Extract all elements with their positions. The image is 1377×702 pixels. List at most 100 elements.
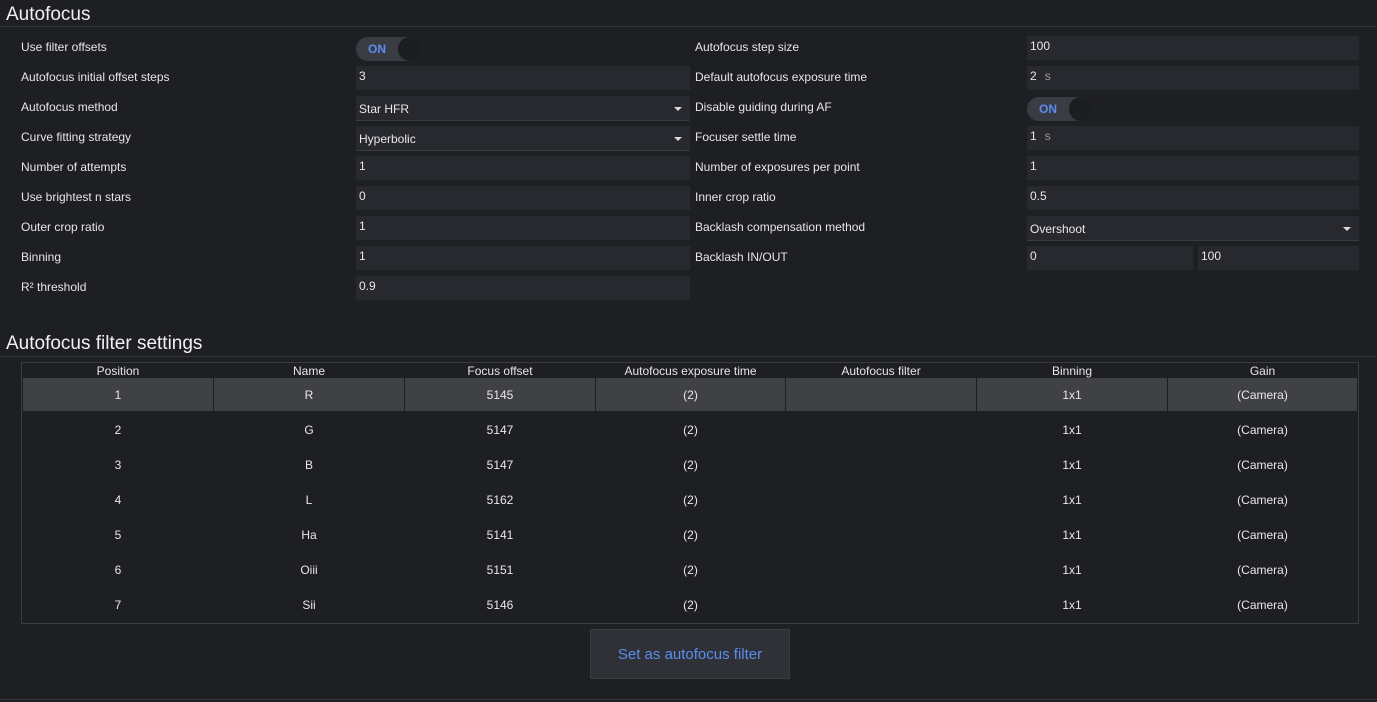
cell-autofocus-filter[interactable] (786, 448, 976, 481)
focuser-settle-time-field[interactable]: 1s (1027, 126, 1359, 150)
toggle-knob (398, 37, 422, 61)
cell-name: Oiii (300, 563, 318, 577)
cell-name: L (305, 493, 313, 507)
cell-position: 3 (114, 458, 122, 472)
number-of-attempts-field[interactable]: 1 (356, 156, 690, 180)
curve-fitting-strategy-select[interactable]: Hyperbolic (356, 126, 690, 151)
field-value: 2 (1030, 69, 1037, 83)
use-brightest-n-stars-field[interactable]: 0 (356, 186, 690, 210)
cell-name: Ha (301, 528, 317, 542)
field-value: 1 (1030, 159, 1037, 173)
field-value: 0 (359, 189, 366, 203)
use-filter-offsets-toggle[interactable]: ON (356, 37, 422, 61)
autofocus-step-size-label: Autofocus step size (695, 40, 800, 54)
cell-binning: 1x1 (977, 378, 1167, 411)
cell-gain: (Camera) (1237, 528, 1288, 542)
table-row[interactable]: 7 Sii 5146 (2) 1x1 (Camera) (23, 588, 1357, 623)
chevron-down-icon (674, 107, 682, 111)
toggle-state-label: ON (368, 42, 386, 56)
column-header-autofocus-exposure-time[interactable]: Autofocus exposure time (596, 364, 785, 378)
filter-table: Position Name Focus offset Autofocus exposu… (21, 362, 1359, 624)
cell-name: G (304, 423, 314, 437)
unit-label: s (1044, 129, 1051, 143)
toggle-knob (1069, 97, 1093, 121)
backlash-in-out-label: Backlash IN/OUT (695, 250, 788, 264)
cell-autofocus-filter[interactable] (786, 553, 976, 586)
cell-autofocus-exposure-time: (2) (683, 563, 698, 577)
table-row[interactable]: 4 L 5162 (2) 1x1 (Camera) (23, 483, 1357, 518)
backlash-out-field[interactable]: 100 (1198, 246, 1359, 270)
number-of-exposures-per-point-label: Number of exposures per point (695, 160, 860, 174)
column-header-gain[interactable]: Gain (1168, 364, 1357, 378)
cell-gain: (Camera) (1237, 423, 1288, 437)
unit-label: s (1044, 69, 1051, 83)
select-value: Overshoot (1030, 222, 1086, 236)
table-row[interactable]: 5 Ha 5141 (2) 1x1 (Camera) (23, 518, 1357, 553)
field-value: 1 (359, 249, 366, 263)
column-header-focus-offset[interactable]: Focus offset (405, 364, 595, 378)
cell-focus-offset: 5146 (486, 598, 514, 612)
cell-autofocus-exposure-time: (2) (596, 378, 785, 411)
table-row[interactable]: 3 B 5147 (2) 1x1 (Camera) (23, 448, 1357, 483)
cell-binning: 1x1 (1062, 458, 1082, 472)
autofocus-initial-offset-steps-label: Autofocus initial offset steps (21, 70, 170, 84)
select-value: Star HFR (359, 102, 410, 116)
table-row[interactable]: 1 R 5145 (2) 1x1 (Camera) (23, 378, 1357, 413)
column-header-binning[interactable]: Binning (977, 364, 1167, 378)
binning-label: Binning (21, 250, 62, 264)
cell-autofocus-filter[interactable] (786, 518, 976, 551)
cell-name: B (304, 458, 313, 472)
cell-focus-offset: 5147 (486, 423, 514, 437)
cell-focus-offset: 5151 (486, 563, 514, 577)
field-value: 1 (1030, 129, 1037, 143)
field-value: 0.5 (1030, 189, 1047, 203)
curve-fitting-strategy-label: Curve fitting strategy (21, 130, 132, 144)
divider (0, 356, 1377, 357)
autofocus-method-select[interactable]: Star HFR (356, 96, 690, 121)
cell-binning: 1x1 (1062, 528, 1082, 542)
table-row[interactable]: 2 G 5147 (2) 1x1 (Camera) (23, 413, 1357, 448)
cell-autofocus-filter[interactable] (786, 483, 976, 516)
autofocus-step-size-field[interactable]: 100 (1027, 36, 1359, 60)
cell-autofocus-exposure-time: (2) (683, 598, 698, 612)
backlash-in-field[interactable]: 0 (1027, 246, 1193, 270)
cell-autofocus-filter[interactable] (786, 413, 976, 446)
binning-field[interactable]: 1 (356, 246, 690, 270)
cell-gain: (Camera) (1168, 378, 1357, 411)
cell-position: 1 (23, 378, 213, 411)
column-header-autofocus-filter[interactable]: Autofocus filter (786, 364, 976, 378)
cell-autofocus-filter[interactable] (786, 588, 976, 621)
cell-autofocus-exposure-time: (2) (683, 493, 698, 507)
number-of-exposures-per-point-field[interactable]: 1 (1027, 156, 1359, 180)
field-value: 1 (359, 159, 366, 173)
cell-binning: 1x1 (1062, 423, 1082, 437)
field-value: 3 (359, 69, 366, 83)
r-threshold-field[interactable]: 0.9 (356, 276, 690, 300)
cell-gain: (Camera) (1237, 563, 1288, 577)
inner-crop-ratio-field[interactable]: 0.5 (1027, 186, 1359, 210)
default-autofocus-exposure-time-label: Default autofocus exposure time (695, 70, 868, 84)
cell-focus-offset: 5147 (486, 458, 514, 472)
set-autofocus-filter-button[interactable]: Set as autofocus filter (590, 629, 790, 679)
r-threshold-label: R² threshold (21, 280, 87, 294)
column-header-position[interactable]: Position (23, 364, 213, 378)
disable-guiding-during-af-toggle[interactable]: ON (1027, 97, 1093, 121)
outer-crop-ratio-field[interactable]: 1 (356, 216, 690, 240)
cell-focus-offset: 5141 (486, 528, 514, 542)
cell-gain: (Camera) (1237, 493, 1288, 507)
cell-gain: (Camera) (1237, 458, 1288, 472)
column-header-name[interactable]: Name (214, 364, 404, 378)
cell-autofocus-filter[interactable] (786, 378, 976, 411)
use-filter-offsets-label: Use filter offsets (21, 40, 107, 54)
table-row[interactable]: 6 Oiii 5151 (2) 1x1 (Camera) (23, 553, 1357, 588)
chevron-down-icon (674, 137, 682, 141)
number-of-attempts-label: Number of attempts (21, 160, 127, 174)
chevron-down-icon (1343, 227, 1351, 231)
default-autofocus-exposure-time-field[interactable]: 2s (1027, 66, 1359, 90)
backlash-compensation-method-select[interactable]: Overshoot (1027, 216, 1359, 241)
autofocus-title: Autofocus (6, 4, 91, 25)
cell-position: 5 (114, 528, 122, 542)
divider (0, 699, 1377, 700)
cell-autofocus-exposure-time: (2) (683, 458, 698, 472)
autofocus-initial-offset-steps-field[interactable]: 3 (356, 66, 690, 90)
